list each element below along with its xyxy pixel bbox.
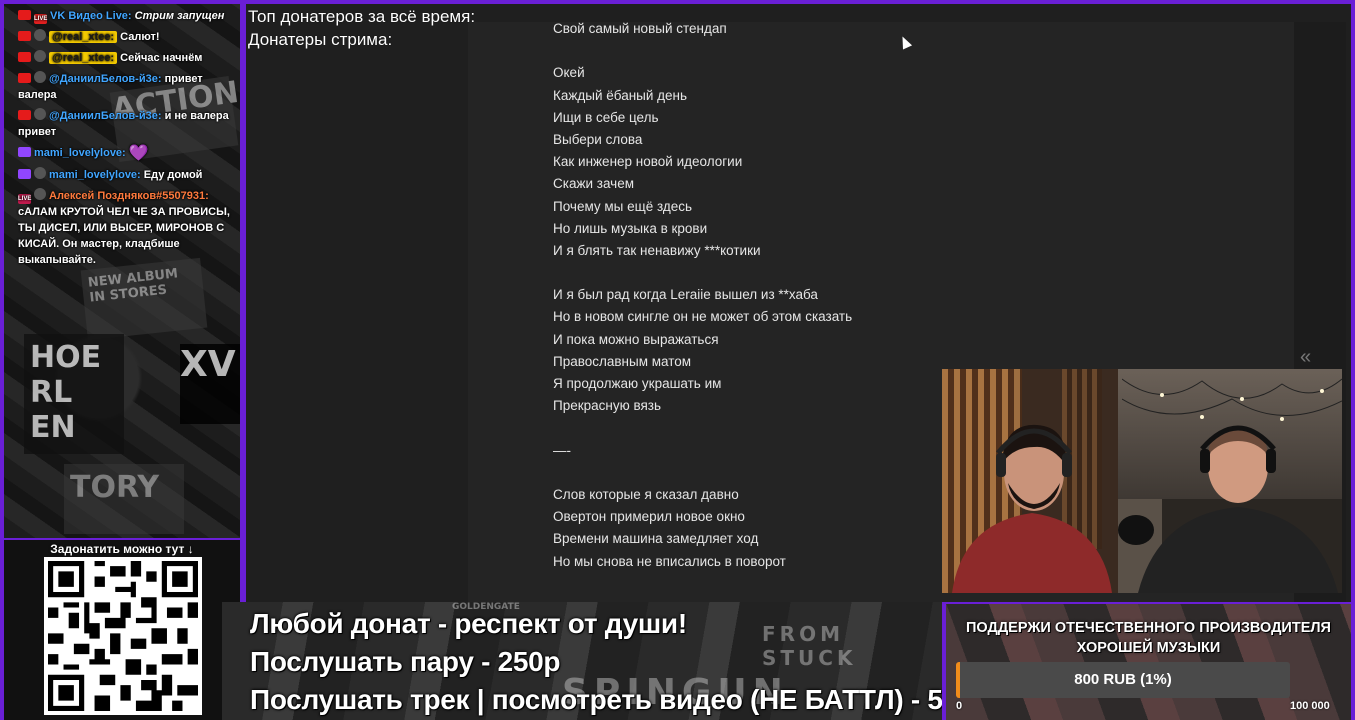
- lyric-line: И пока можно выражаться: [553, 331, 719, 347]
- chat-panel: ACTION NEW ALBUM IN STORES HOE RL EN TORY X…: [4, 4, 240, 538]
- youtube-icon: [18, 110, 31, 120]
- top-donors-label: Топ донатеров за всё время:: [248, 7, 476, 26]
- lyric-line: Но мы снова не вписались в поворот: [553, 553, 786, 569]
- chat-nick: @real_xtee:: [49, 52, 118, 64]
- avatar: [34, 108, 46, 120]
- vk-live-icon: LIVE: [18, 194, 32, 204]
- chat-text: Сейчас начнём: [120, 52, 203, 64]
- chat-message: LIVE VK Видео Live: Стрим запущен: [18, 8, 230, 24]
- chat-message: mami_lovelylove: Еду домой: [18, 167, 230, 183]
- lyric-line: Каждый ёбаный день: [553, 87, 688, 103]
- chat-message: @real_xtee: Сейчас начнём: [18, 50, 230, 66]
- goal-progress-text: 800 RUB (1%): [1074, 671, 1172, 688]
- chat-message: @real_xtee: Салют!: [18, 29, 230, 45]
- lyric-line: Свой самый новый стендап: [553, 21, 727, 36]
- lyric-line: Овертон примерил новое окно: [553, 509, 745, 525]
- youtube-icon: [18, 52, 31, 62]
- chat-nick: mami_lovelylove:: [34, 147, 126, 159]
- lyric-line: И я был рад когда Leraiie вышел из **хаб…: [553, 287, 818, 303]
- lyric-line: Окей: [553, 65, 585, 81]
- chat-messages: LIVE VK Видео Live: Стрим запущен @real_x…: [4, 8, 240, 273]
- lyric-line: [553, 40, 933, 62]
- lyric-line: Как инженер новой идеологии: [553, 154, 743, 170]
- goal-min-value: 0: [956, 700, 963, 712]
- lyric-line: Но лишь музыка в крови: [553, 220, 708, 236]
- goal-title: ПОДДЕРЖИ ОТЕЧЕСТВЕННОГО ПРОИЗВОДИТЕЛЯ ХО…: [966, 620, 1331, 656]
- person-left: [952, 424, 1112, 593]
- donation-banner: GOLDENGATE FROM STUCK SPINGUN Любой донат…: [222, 602, 942, 720]
- youtube-icon: [18, 73, 31, 83]
- double-chevron-left-icon[interactable]: «: [1300, 346, 1311, 369]
- chat-message: @ДаниилБелов-й3е: привет валера: [18, 71, 230, 103]
- chat-text: Стрим запущен: [134, 10, 225, 22]
- lyric-line: [553, 462, 933, 484]
- chat-text: сАЛАМ КРУТОЙ ЧЕЛ ЧЕ ЗА ПРОВИСЫ, ТЫ ДИСЕЛ…: [18, 206, 230, 266]
- chat-nick: @real_xtee:: [49, 31, 118, 43]
- webcam-feed: [942, 369, 1342, 593]
- avatar: [34, 167, 46, 179]
- chat-message: @ДаниилБелов-й3е: и не валера привет: [18, 108, 230, 140]
- browser-tab-strip: [470, 0, 1230, 4]
- lyric-line: Я продолжаю украшать им: [553, 376, 722, 391]
- stream-overlay: « Свой самый новый стендап Окей Каждый ёба…: [0, 0, 1355, 720]
- lyric-line: Слов которые я сказал давно: [553, 486, 739, 502]
- chat-nick: VK Видео Live:: [50, 10, 132, 22]
- microphone: [1118, 515, 1154, 545]
- lyric-line: [553, 262, 933, 284]
- lyric-line: [553, 417, 933, 439]
- lyric-line: Скажи зачем: [553, 176, 635, 192]
- chat-text: 💜: [128, 145, 149, 162]
- live-badge-icon: LIVE: [34, 14, 48, 24]
- lyric-line: Выбери слова: [553, 131, 643, 147]
- youtube-icon: [18, 31, 31, 41]
- lyric-line: —-: [553, 442, 571, 458]
- qr-label: Задонатить можно тут ↓: [50, 542, 194, 556]
- lyric-line: Почему мы ещё здесь: [553, 198, 693, 214]
- lyric-line: Времени машина замедляет ход: [553, 531, 759, 547]
- chat-nick: mami_lovelylove:: [49, 169, 141, 181]
- avatar: [34, 188, 46, 200]
- lyrics-text: Свой самый новый стендап Окей Каждый ёбаны…: [553, 18, 933, 573]
- chat-text: Еду домой: [143, 169, 203, 181]
- lyric-line: Ищи в себе цель: [553, 109, 659, 125]
- lyric-line: Но в новом сингле он не может об этом ск…: [553, 309, 853, 325]
- donation-line-pair: Послушать пару - 250р: [250, 646, 561, 677]
- youtube-icon: [18, 10, 31, 20]
- chat-text: Салют!: [120, 31, 160, 43]
- donation-line-any: Любой донат - респект от души!: [250, 608, 687, 639]
- donation-line-track: Послушать трек | посмотреть видео (НЕ БА…: [250, 684, 942, 715]
- qr-code-image: [48, 561, 198, 711]
- chat-message: mami_lovelylove: 💜: [18, 145, 230, 162]
- twitch-icon: [18, 169, 31, 179]
- chat-nick: @ДаниилБелов-й3е:: [49, 110, 162, 122]
- twitch-icon: [18, 147, 31, 157]
- chat-nick: Алексей Поздняков#5507931:: [49, 190, 209, 202]
- goal-max-value: 100 000: [1290, 700, 1330, 712]
- donation-qr-code[interactable]: [44, 557, 202, 715]
- avatar: [34, 71, 46, 83]
- avatar: [34, 29, 46, 41]
- chat-nick: @ДаниилБелов-й3е:: [49, 73, 162, 85]
- stream-donors-label: Донатеры стрима:: [248, 30, 393, 49]
- avatar: [34, 50, 46, 62]
- lyric-line: И я блять так ненавижу ***котики: [553, 242, 761, 258]
- lyric-line: Прекрасную вязь: [553, 398, 662, 414]
- lyric-line: Православным матом: [553, 353, 692, 369]
- person-right: [1138, 425, 1338, 593]
- chat-message: LIVE Алексей Поздняков#5507931: сАЛАМ КРУ…: [18, 188, 230, 268]
- goal-progress-bar: 800 RUB (1%): [956, 662, 1290, 698]
